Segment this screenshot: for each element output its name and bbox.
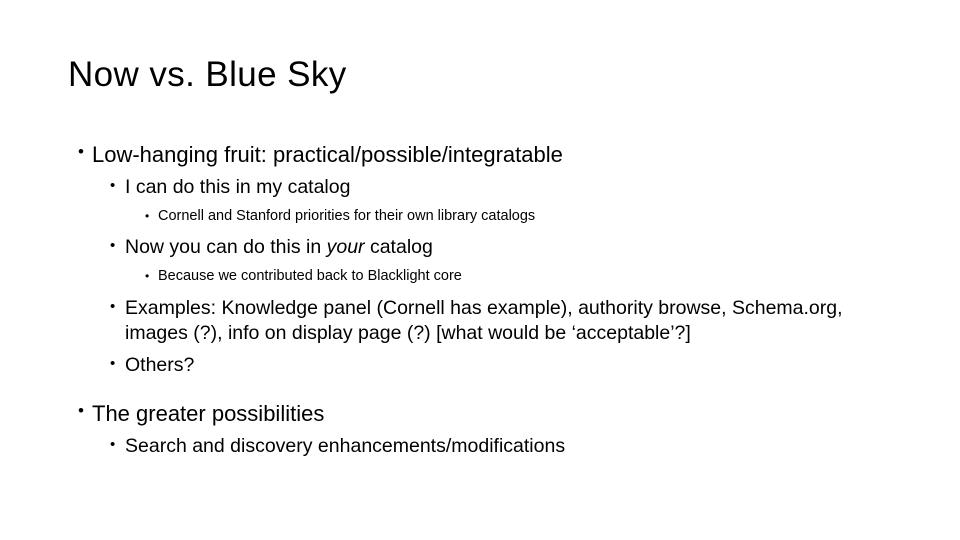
bullet-greater-possibilities: • The greater possibilities [78,399,898,428]
bullet-marker-icon: • [110,297,116,315]
bullet-text: Search and discovery enhancements/modifi… [125,434,566,457]
bullet-blacklight-core: • Because we contributed back to Blackli… [145,267,898,287]
bullet-text: I can do this in my catalog [125,176,351,199]
bullet-text-italic: your [326,236,365,259]
bullet-marker-icon: • [110,435,116,453]
slide-body: • Low-hanging fruit: practical/possible/… [68,140,898,460]
bullet-marker-icon: • [145,208,150,223]
bullet-text: Low-hanging fruit: practical/possible/in… [92,142,563,167]
bullet-text: The greater possibilities [92,400,325,426]
bullet-others: • Others? [110,353,898,379]
bullet-text: Cornell and Stanford priorities for thei… [158,207,536,224]
bullet-marker-icon: • [110,355,116,373]
bullet-low-hanging-fruit: • Low-hanging fruit: practical/possible/… [78,140,898,169]
bullet-marker-icon: • [110,237,116,255]
bullet-text-part-1: Now you can do this in [125,236,327,259]
bullet-text: Now you can do this in your catalog [125,235,898,261]
bullet-marker-icon: • [78,400,84,420]
bullet-examples: • Examples: Knowledge panel (Cornell has… [110,296,898,347]
bullet-now-you-can-do-this: • Now you can do this in your catalog [110,235,898,261]
bullet-text: Because we contributed back to Blackligh… [158,268,462,285]
bullet-text: Others? [125,354,195,377]
bullet-search-discovery: • Search and discovery enhancements/modi… [110,434,898,460]
bullet-marker-icon: • [110,177,116,195]
bullet-text-part-2: catalog [364,236,433,259]
page-title: Now vs. Blue Sky [68,55,347,94]
bullet-marker-icon: • [145,269,150,284]
bullet-text: Examples: Knowledge panel (Cornell has e… [125,296,843,345]
bullet-i-can-do-this: • I can do this in my catalog [110,175,898,201]
slide: Now vs. Blue Sky • Low-hanging fruit: pr… [0,0,960,540]
bullet-cornell-stanford-priorities: • Cornell and Stanford priorities for th… [145,207,898,227]
bullet-marker-icon: • [78,142,84,161]
